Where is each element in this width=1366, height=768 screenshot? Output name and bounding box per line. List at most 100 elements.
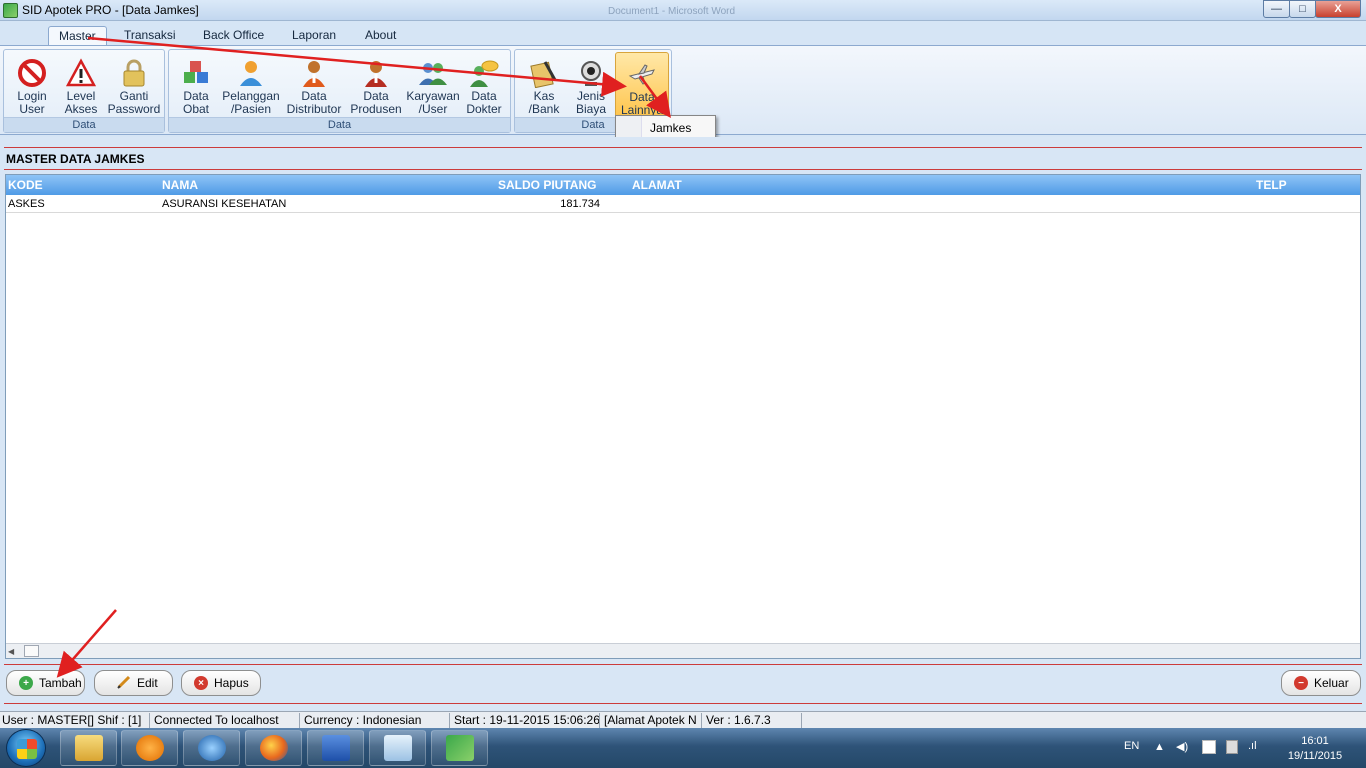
webcam-icon	[574, 56, 608, 90]
page-title: MASTER DATA JAMKES	[6, 152, 145, 166]
button-label: Tambah	[39, 676, 82, 690]
ribbon-group-master-data: Data Obat Pelanggan /Pasien Data Distrib…	[168, 49, 511, 133]
ribbon-button-label: Level Akses	[64, 89, 98, 116]
data-dokter-button[interactable]: Data Dokter	[461, 52, 507, 118]
status-address: [Alamat Apotek N	[602, 713, 702, 728]
cell-saldo: 181.734	[560, 198, 600, 210]
lock-icon	[117, 56, 151, 90]
close-button[interactable]: X	[1315, 0, 1361, 18]
scroll-left-icon[interactable]: ◀	[8, 647, 14, 656]
doctor-chat-icon	[467, 56, 501, 90]
employees-icon	[416, 56, 450, 90]
tambah-button[interactable]: + Tambah	[6, 670, 85, 696]
media-center-icon	[197, 735, 226, 761]
taskbar: EN ▲ ◀) .ıl 16:01 19/11/2015	[0, 728, 1366, 768]
level-akses-button[interactable]: Level Akses	[58, 52, 104, 118]
status-connection: Connected To localhost	[152, 713, 300, 728]
ribbon-group-label: Data	[4, 117, 164, 132]
scrollbar-thumb[interactable]	[24, 645, 39, 657]
cell-kode: ASKES	[8, 198, 45, 210]
ribbon-group-user: Login User Level Akses Ganti Password Da…	[3, 49, 165, 133]
folder-icon	[74, 735, 103, 761]
ribbon-button-label: Data Obat	[182, 89, 209, 116]
data-distributor-button[interactable]: Data Distributor	[283, 52, 345, 118]
divider	[4, 664, 1362, 665]
minimize-button[interactable]: —	[1263, 0, 1290, 18]
pencil-icon	[117, 675, 131, 692]
start-button[interactable]	[6, 729, 46, 767]
volume-icon[interactable]: ◀)	[1176, 740, 1188, 753]
network-signal-icon[interactable]: .ıl	[1248, 740, 1257, 752]
divider	[4, 147, 1362, 148]
divider	[4, 169, 1362, 170]
customer-icon	[234, 56, 268, 90]
cell-nama: ASURANSI KESEHATAN	[162, 198, 287, 210]
language-indicator[interactable]: EN	[1124, 740, 1139, 752]
tab-about[interactable]: About	[355, 26, 406, 46]
button-label: Hapus	[214, 676, 249, 690]
menu-item-jamkes[interactable]: Jamkes	[650, 121, 691, 135]
column-header-alamat[interactable]: ALAMAT	[632, 178, 682, 192]
ribbon-button-label: Login User	[17, 89, 47, 116]
ribbon-button-label: Ganti Password	[107, 89, 161, 116]
column-header-nama[interactable]: NAMA	[162, 178, 198, 192]
taskbar-media-center[interactable]	[183, 730, 240, 766]
title-bar: SID Apotek PRO - [Data Jamkes] Document1…	[0, 0, 1366, 21]
ganti-password-button[interactable]: Ganti Password	[106, 52, 162, 118]
power-icon[interactable]	[1226, 740, 1238, 754]
grid-header: KODE NAMA SALDO PIUTANG ALAMAT TELP	[6, 175, 1360, 195]
column-header-kode[interactable]: KODE	[8, 178, 43, 192]
airplane-icon	[625, 57, 659, 91]
action-center-icon[interactable]	[1202, 740, 1216, 754]
taskbar-sid-apotek[interactable]	[431, 730, 488, 766]
ribbon-button-label: Jenis Biaya	[575, 89, 607, 116]
hapus-button[interactable]: × Hapus	[181, 670, 261, 696]
login-user-button[interactable]: Login User	[8, 52, 56, 118]
keluar-button[interactable]: − Keluar	[1281, 670, 1361, 696]
producer-person-icon	[359, 56, 393, 90]
ribbon-button-label: Pelanggan /Pasien	[222, 89, 280, 116]
horizontal-scrollbar[interactable]: ◀	[6, 643, 1360, 658]
table-row[interactable]: ASKES ASURANSI KESEHATAN 181.734	[6, 195, 1360, 213]
data-produsen-button[interactable]: Data Produsen	[347, 52, 405, 118]
column-header-saldo[interactable]: SALDO PIUTANG	[498, 178, 596, 192]
jenis-biaya-button[interactable]: Jenis Biaya	[569, 52, 613, 118]
main-content: MASTER DATA JAMKES KODE NAMA SALDO PIUTA…	[0, 137, 1366, 710]
ribbon-group-label: Data	[169, 117, 510, 132]
status-user: User : MASTER[] Shif : [1]	[0, 713, 150, 728]
taskbar-notes[interactable]	[369, 730, 426, 766]
data-grid[interactable]: KODE NAMA SALDO PIUTANG ALAMAT TELP ASKE…	[5, 174, 1361, 659]
taskbar-word[interactable]	[307, 730, 364, 766]
kas-bank-button[interactable]: Kas /Bank	[521, 52, 567, 118]
taskbar-media-player[interactable]	[121, 730, 178, 766]
pelanggan-pasien-button[interactable]: Pelanggan /Pasien	[221, 52, 281, 118]
ribbon-button-label: Data Dokter	[466, 89, 502, 116]
data-lainnya-button[interactable]: Data Lainnya	[615, 52, 669, 118]
karyawan-user-button[interactable]: Karyawan /User	[406, 52, 460, 118]
taskbar-explorer[interactable]	[60, 730, 117, 766]
button-label: Edit	[137, 676, 158, 690]
no-entry-icon	[15, 56, 49, 90]
status-version: Ver : 1.6.7.3	[704, 713, 802, 728]
tab-master[interactable]: Master	[48, 26, 107, 46]
delete-circle-icon: ×	[194, 676, 208, 690]
status-currency: Currency : Indonesian	[302, 713, 450, 728]
taskbar-firefox[interactable]	[245, 730, 302, 766]
clock-date: 19/11/2015	[1287, 750, 1343, 762]
system-clock[interactable]: 16:01 19/11/2015	[1280, 734, 1350, 764]
status-bar: User : MASTER[] Shif : [1] Connected To …	[0, 711, 1366, 728]
edit-button[interactable]: Edit	[94, 670, 173, 696]
column-header-telp[interactable]: TELP	[1256, 178, 1287, 192]
notepad-icon	[383, 735, 412, 761]
clock-time: 16:01	[1301, 735, 1329, 747]
tab-laporan[interactable]: Laporan	[282, 26, 346, 46]
word-icon	[321, 735, 350, 761]
tab-transaksi[interactable]: Transaksi	[114, 26, 186, 46]
button-label: Keluar	[1314, 676, 1349, 690]
sid-apotek-icon	[445, 735, 474, 761]
data-obat-button[interactable]: Data Obat	[173, 52, 219, 118]
ribbon-button-label: Data Lainnya	[620, 90, 664, 117]
maximize-button[interactable]: □	[1289, 0, 1316, 18]
tab-back-office[interactable]: Back Office	[193, 26, 274, 46]
show-hidden-icons-icon[interactable]: ▲	[1154, 741, 1165, 753]
